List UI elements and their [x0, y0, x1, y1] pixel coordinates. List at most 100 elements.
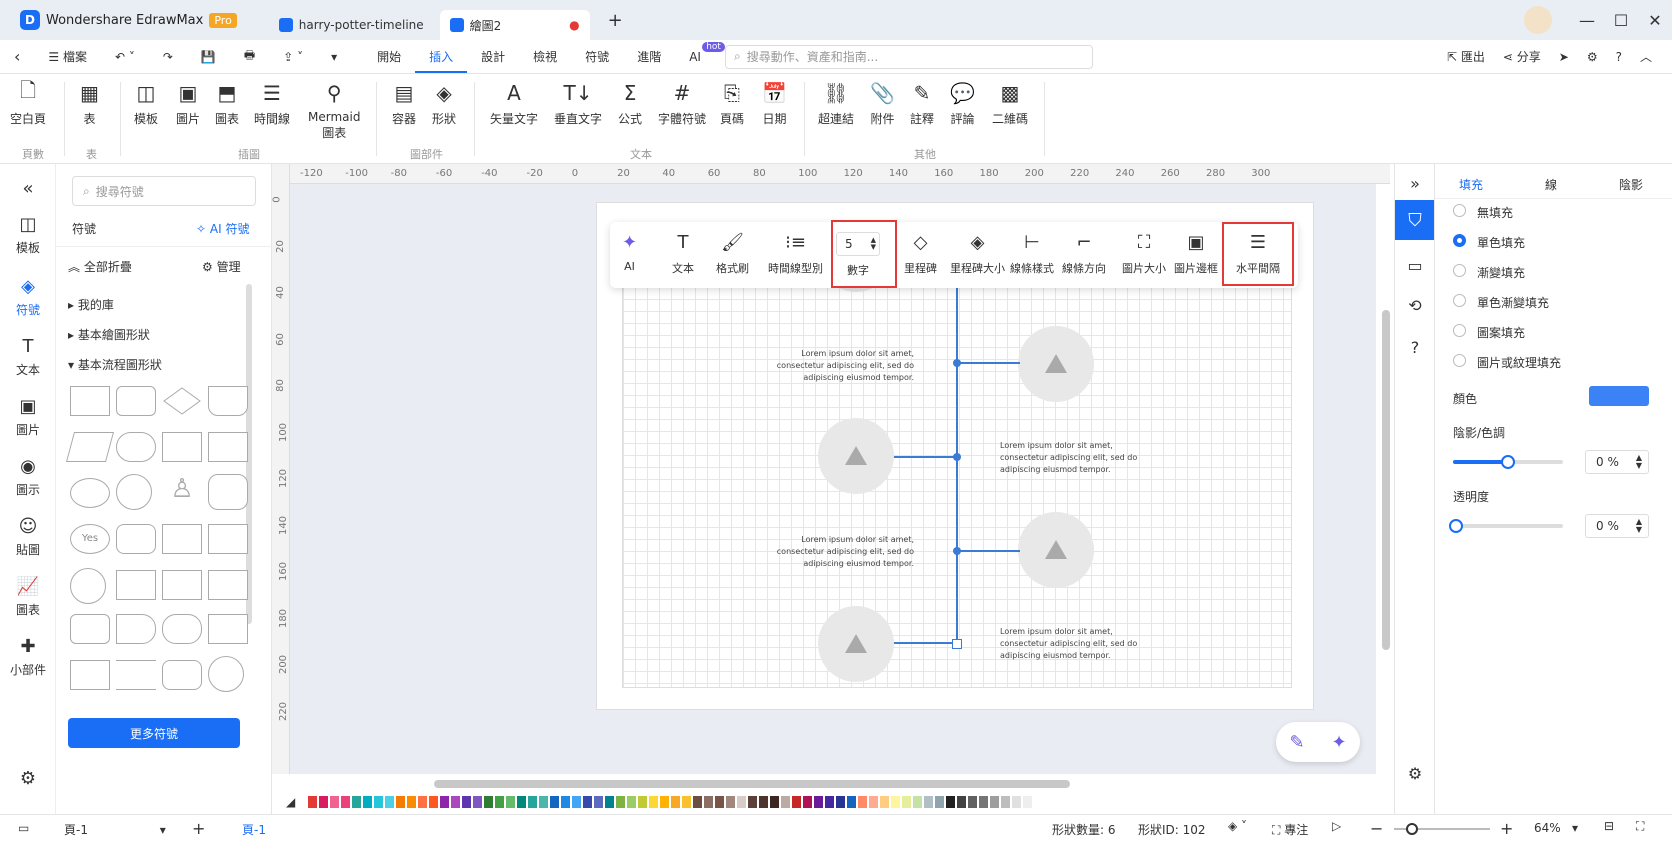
- redo-icon[interactable]: ↷: [149, 50, 187, 64]
- new-tab-button[interactable]: +: [608, 10, 623, 31]
- shape-offpage[interactable]: [162, 614, 202, 644]
- search-input[interactable]: ⌕ 搜尋動作、資產和指南...: [724, 44, 1093, 69]
- color-swatch[interactable]: [473, 796, 482, 808]
- milestone-text[interactable]: Lorem ipsum dolor sit amet, consectetur …: [774, 348, 914, 384]
- shape-loop-limit[interactable]: [162, 660, 202, 690]
- color-swatch[interactable]: [385, 796, 394, 808]
- expand-panel-icon[interactable]: »: [1395, 174, 1435, 193]
- transparency-thumb[interactable]: [1449, 519, 1463, 533]
- symbol-search-input[interactable]: ⌕ 搜尋符號: [72, 176, 256, 206]
- color-swatch[interactable]: [869, 796, 878, 808]
- rail-symbols[interactable]: ◈ 符號: [0, 276, 56, 318]
- shape-tape[interactable]: [70, 614, 110, 644]
- shape-parallel[interactable]: [116, 660, 156, 690]
- ctx-format-painter-button[interactable]: 🖌 格式刷: [716, 232, 749, 276]
- zoom-slider[interactable]: [1394, 823, 1490, 835]
- color-swatch[interactable]: [396, 796, 405, 808]
- tab-fill[interactable]: 填充: [1459, 176, 1483, 193]
- ribbon-page-number[interactable]: ⎘ 頁碼: [720, 80, 744, 127]
- page-selector[interactable]: 頁-1 ▾: [64, 821, 166, 838]
- color-swatch[interactable]: [572, 796, 581, 808]
- radio-picture-fill[interactable]: [1453, 354, 1466, 367]
- menu-design[interactable]: 設計: [467, 48, 519, 65]
- color-swatch[interactable]: [517, 796, 526, 808]
- color-swatch[interactable]: [594, 796, 603, 808]
- rail-icons[interactable]: ◉ 圖示: [0, 456, 56, 498]
- page-tab[interactable]: 頁-1: [242, 821, 266, 838]
- shape-terminator[interactable]: [116, 432, 156, 462]
- color-swatch[interactable]: [968, 796, 977, 808]
- radio-single-gradient-fill[interactable]: [1453, 294, 1466, 307]
- color-swatch[interactable]: [418, 796, 427, 808]
- shape-data[interactable]: [65, 432, 115, 462]
- radio-pattern-fill[interactable]: [1453, 324, 1466, 337]
- rail-images[interactable]: ▣ 圖片: [0, 396, 56, 438]
- color-swatch[interactable]: [836, 796, 845, 808]
- presentation-icon[interactable]: ▭: [1395, 256, 1435, 275]
- fill-bucket-icon[interactable]: ◢: [286, 795, 295, 809]
- color-swatch[interactable]: [781, 796, 790, 808]
- shape-connector[interactable]: [70, 568, 106, 604]
- ribbon-image[interactable]: ▣ 圖片: [176, 80, 200, 127]
- send-icon[interactable]: ➤: [1559, 50, 1569, 64]
- ribbon-comment[interactable]: 💬 評論: [950, 80, 975, 127]
- ctx-milestone-size-button[interactable]: ◈ 里程碑大小: [950, 232, 1005, 276]
- ribbon-vector-text[interactable]: A 矢量文字: [490, 80, 538, 127]
- shape-storage[interactable]: [208, 524, 248, 554]
- color-swatch[interactable]: [660, 796, 669, 808]
- save-icon[interactable]: 💾: [187, 50, 230, 64]
- shape-ellipse[interactable]: [70, 478, 110, 508]
- focus-button[interactable]: ⛶ 專注: [1272, 821, 1308, 838]
- horizontal-scrollbar[interactable]: [434, 780, 1070, 788]
- ribbon-attachment[interactable]: 📎 附件: [870, 80, 895, 127]
- category-my-library[interactable]: ▸ 我的庫: [68, 296, 114, 313]
- color-swatch[interactable]: [528, 796, 537, 808]
- color-swatch[interactable]: [506, 796, 515, 808]
- radio-gradient-fill[interactable]: [1453, 264, 1466, 277]
- shape-or[interactable]: [208, 656, 244, 692]
- export-icon[interactable]: ⇪ ˅: [269, 50, 317, 64]
- file-menu[interactable]: ☰ 檔案: [34, 48, 101, 65]
- book-view-icon[interactable]: ⊟: [1604, 819, 1614, 833]
- color-swatch[interactable]: [924, 796, 933, 808]
- milestone-image-3[interactable]: ⛰: [818, 418, 894, 494]
- rail-charts[interactable]: 📈 圖表: [0, 576, 56, 618]
- ai-magic-icon[interactable]: ✎: [1289, 732, 1304, 753]
- ribbon-date[interactable]: 📅 日期: [762, 80, 787, 127]
- ribbon-chart[interactable]: ⬒ 圖表: [215, 80, 239, 127]
- color-swatch[interactable]: [638, 796, 647, 808]
- shape-card[interactable]: [208, 570, 248, 600]
- ctx-timeline-type-button[interactable]: ⁝≡ 時間線型別: [768, 232, 823, 276]
- color-swatch[interactable]: [330, 796, 339, 808]
- tab-shadow[interactable]: 陰影: [1619, 176, 1643, 193]
- category-flowchart[interactable]: ▾ 基本流程圖形狀: [68, 356, 162, 373]
- ctx-ai-button[interactable]: ✦ AI: [622, 232, 637, 273]
- color-swatch[interactable]: [957, 796, 966, 808]
- color-swatch[interactable]: [880, 796, 889, 808]
- ribbon-template[interactable]: ◫ 模板: [134, 80, 158, 127]
- collapse-all-button[interactable]: ︽ 全部折疊: [68, 258, 132, 275]
- shape-decision[interactable]: [162, 386, 202, 416]
- ribbon-formula[interactable]: Σ 公式: [618, 80, 642, 127]
- collapse-panel-icon[interactable]: «: [0, 178, 56, 199]
- transparency-input[interactable]: 0 % ▲ ▼: [1585, 514, 1649, 538]
- ribbon-font-symbol[interactable]: # 字體符號: [658, 80, 706, 127]
- radio-no-fill[interactable]: [1453, 204, 1466, 217]
- color-swatch[interactable]: [737, 796, 746, 808]
- avatar[interactable]: [1524, 6, 1552, 34]
- color-swatch[interactable]: [748, 796, 757, 808]
- color-picker[interactable]: [1589, 386, 1649, 406]
- selection-handle[interactable]: [952, 639, 962, 649]
- tab-line[interactable]: 線: [1545, 176, 1557, 193]
- color-swatch[interactable]: [539, 796, 548, 808]
- shape-stored-data[interactable]: [162, 524, 202, 554]
- collapse-ribbon-icon[interactable]: ︿: [1640, 48, 1652, 65]
- shade-slider[interactable]: [1453, 455, 1563, 469]
- color-swatch[interactable]: [913, 796, 922, 808]
- radio-solid-fill[interactable]: [1453, 234, 1466, 247]
- color-swatch[interactable]: [693, 796, 702, 808]
- shape-display[interactable]: [116, 614, 156, 644]
- layers-icon[interactable]: ◈ ˅: [1228, 819, 1247, 833]
- color-swatch[interactable]: [462, 796, 471, 808]
- add-page-button[interactable]: +: [192, 819, 205, 838]
